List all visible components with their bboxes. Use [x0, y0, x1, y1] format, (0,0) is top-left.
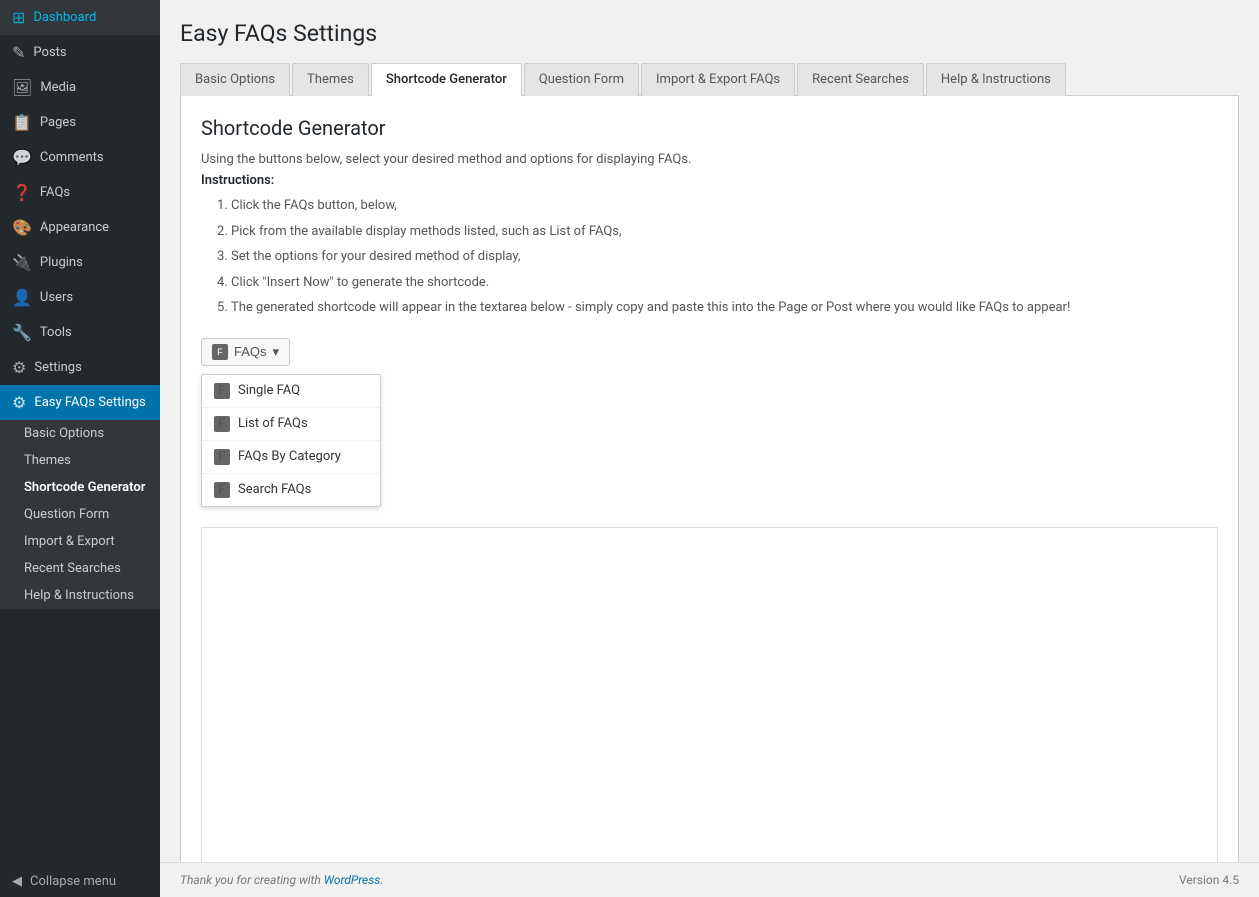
list-faqs-icon: F — [214, 416, 230, 432]
sidebar-item-label: Settings — [34, 360, 81, 375]
faqs-btn-icon: F — [212, 344, 228, 360]
sidebar-item-appearance[interactable]: 🎨 Appearance — [0, 210, 160, 245]
sidebar-item-pages[interactable]: 📋 Pages — [0, 105, 160, 140]
dropdown-item-label: Single FAQ — [238, 383, 300, 398]
tab-themes[interactable]: Themes — [292, 63, 369, 96]
sidebar-item-label: Media — [40, 80, 76, 95]
footer: Thank you for creating with WordPress. V… — [160, 862, 1259, 897]
tab-help-instructions[interactable]: Help & Instructions — [926, 63, 1066, 96]
sidebar-sub-recent-searches[interactable]: Recent Searches — [0, 555, 160, 582]
faqs-icon: ❓ — [12, 183, 32, 202]
sidebar-sub-question-form[interactable]: Question Form — [0, 501, 160, 528]
sidebar-item-label: Dashboard — [33, 10, 96, 25]
sidebar-sub-import-export[interactable]: Import & Export — [0, 528, 160, 555]
instruction-item-4: Click "Insert Now" to generate the short… — [231, 273, 1218, 293]
comments-icon: 💬 — [12, 148, 32, 167]
sidebar-item-dashboard[interactable]: ⊞ Dashboard — [0, 0, 160, 35]
sidebar-item-label: Plugins — [40, 255, 83, 270]
faqs-dropdown-button[interactable]: F FAQs ▾ — [201, 338, 290, 366]
appearance-icon: 🎨 — [12, 218, 32, 237]
footer-version: Version 4.5 — [1179, 873, 1239, 887]
sidebar-item-faqs[interactable]: ❓ FAQs — [0, 175, 160, 210]
settings-icon: ⚙ — [12, 358, 26, 377]
sidebar-sub-shortcode-generator[interactable]: Shortcode Generator — [0, 474, 160, 501]
sidebar: ⊞ Dashboard ✎ Posts 🖼 Media 📋 Pages 💬 Co… — [0, 0, 160, 897]
faqs-dropdown-menu: F Single FAQ F List of FAQs F FAQs By Ca… — [201, 374, 381, 507]
sidebar-item-comments[interactable]: 💬 Comments — [0, 140, 160, 175]
sidebar-item-label: Pages — [40, 115, 76, 130]
pages-icon: 📋 — [12, 113, 32, 132]
tools-icon: 🔧 — [12, 323, 32, 342]
tab-shortcode-generator[interactable]: Shortcode Generator — [371, 63, 522, 96]
posts-icon: ✎ — [12, 43, 25, 62]
sidebar-plugin-label: Easy FAQs Settings — [34, 395, 145, 410]
sidebar-sub-themes[interactable]: Themes — [0, 447, 160, 474]
tab-question-form[interactable]: Question Form — [524, 63, 639, 96]
faqs-dropdown-container: F FAQs ▾ F Single FAQ F List of FAQs — [201, 338, 381, 523]
sidebar-sub-basic-options[interactable]: Basic Options — [0, 420, 160, 447]
sidebar-item-label: FAQs — [40, 185, 70, 200]
instruction-item-2: Pick from the available display methods … — [231, 222, 1218, 242]
sidebar-item-posts[interactable]: ✎ Posts — [0, 35, 160, 70]
description-text: Using the buttons below, select your des… — [201, 152, 1218, 167]
tab-content-shortcode-generator: Shortcode Generator Using the buttons be… — [180, 96, 1239, 862]
section-title: Shortcode Generator — [201, 116, 1218, 140]
sidebar-item-label: Users — [40, 290, 73, 305]
sidebar-item-settings[interactable]: ⚙ Settings — [0, 350, 160, 385]
instruction-item-1: Click the FAQs button, below, — [231, 196, 1218, 216]
page-title: Easy FAQs Settings — [180, 20, 1239, 47]
collapse-label: Collapse menu — [30, 874, 116, 889]
instruction-item-5: The generated shortcode will appear in t… — [231, 298, 1218, 318]
users-icon: 👤 — [12, 288, 32, 307]
sidebar-item-label: Tools — [40, 325, 72, 340]
content-area: Easy FAQs Settings Basic Options Themes … — [160, 0, 1259, 862]
instruction-item-3: Set the options for your desired method … — [231, 247, 1218, 267]
tab-import-export-faqs[interactable]: Import & Export FAQs — [641, 63, 795, 96]
shortcode-output-area: p — [201, 527, 1218, 863]
sidebar-item-label: Appearance — [40, 220, 109, 235]
media-icon: 🖼 — [12, 78, 32, 97]
dashboard-icon: ⊞ — [12, 8, 25, 27]
footer-static-text: Thank you for creating with — [180, 873, 321, 887]
dropdown-item-single-faq[interactable]: F Single FAQ — [202, 375, 380, 408]
tab-recent-searches[interactable]: Recent Searches — [797, 63, 924, 96]
sidebar-sub-help-instructions[interactable]: Help & Instructions — [0, 582, 160, 609]
collapse-menu-button[interactable]: ◀ Collapse menu — [0, 866, 160, 897]
sidebar-submenu: Basic Options Themes Shortcode Generator… — [0, 420, 160, 609]
easy-faqs-icon: ⚙ — [12, 393, 26, 412]
faqs-btn-label: FAQs — [234, 344, 267, 359]
main-content: Easy FAQs Settings Basic Options Themes … — [160, 0, 1259, 897]
instructions-list: Click the FAQs button, below, Pick from … — [201, 196, 1218, 318]
single-faq-icon: F — [214, 383, 230, 399]
footer-text: Thank you for creating with WordPress. — [180, 873, 383, 887]
dropdown-item-label: List of FAQs — [238, 416, 308, 431]
sidebar-item-plugins[interactable]: 🔌 Plugins — [0, 245, 160, 280]
sidebar-item-label: Comments — [40, 150, 104, 165]
collapse-icon: ◀ — [12, 874, 22, 889]
sidebar-item-media[interactable]: 🖼 Media — [0, 70, 160, 105]
sidebar-item-users[interactable]: 👤 Users — [0, 280, 160, 315]
dropdown-item-label: FAQs By Category — [238, 449, 341, 464]
footer-wordpress-link[interactable]: WordPress. — [324, 873, 384, 887]
tabs-bar: Basic Options Themes Shortcode Generator… — [180, 63, 1239, 96]
search-faqs-icon: F — [214, 482, 230, 498]
instructions-label: Instructions: — [201, 173, 1218, 188]
chevron-down-icon: ▾ — [273, 344, 280, 360]
dropdown-item-list-of-faqs[interactable]: F List of FAQs — [202, 408, 380, 441]
faqs-category-icon: F — [214, 449, 230, 465]
dropdown-item-faqs-by-category[interactable]: F FAQs By Category — [202, 441, 380, 474]
dropdown-item-search-faqs[interactable]: F Search FAQs — [202, 474, 380, 506]
sidebar-item-label: Posts — [33, 45, 66, 60]
sidebar-item-easy-faqs-settings[interactable]: ⚙ Easy FAQs Settings — [0, 385, 160, 420]
plugins-icon: 🔌 — [12, 253, 32, 272]
sidebar-item-tools[interactable]: 🔧 Tools — [0, 315, 160, 350]
tab-basic-options[interactable]: Basic Options — [180, 63, 290, 96]
dropdown-item-label: Search FAQs — [238, 482, 311, 497]
